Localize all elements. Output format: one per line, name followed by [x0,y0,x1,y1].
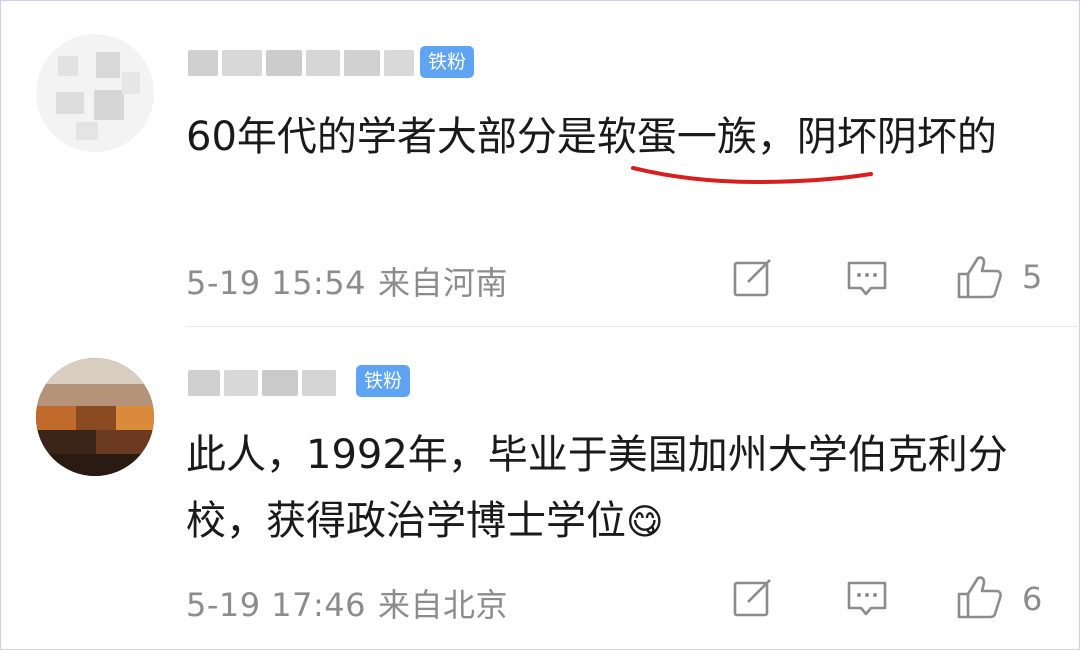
comment-text: 60年代的学者大部分是软蛋一族，阴坏阴坏的 [186,104,1046,170]
comment-icon[interactable] [846,260,888,300]
comment-location: 来自北京 [378,586,509,624]
emoji-yum: 😋 [626,502,664,543]
avatar[interactable] [36,358,154,476]
thumbs-up-icon[interactable] [956,254,1004,300]
comment-date: 5-19 15:54 [186,264,367,302]
username-blurred[interactable] [188,50,414,76]
like-count: 6 [1022,580,1043,618]
fan-badge: 铁粉 [420,46,475,78]
avatar[interactable] [36,34,154,152]
thumbs-up-icon[interactable] [956,574,1004,620]
comment-text-highlight: 软蛋一族 [596,114,757,160]
comment-item: 铁粉 60年代的学者大部分是软蛋一族，阴坏阴坏的 5-19 15:54 来自河南 … [0,0,1080,326]
comment-meta: 5-19 17:46 来自北京 [186,580,520,626]
comment-text: 此人，1992年，毕业于美国加州大学伯克利分校，获得政治学博士学位😋 [186,422,1016,556]
comment-meta: 5-19 15:54 来自河南 [186,258,520,304]
red-underline-annotation [631,166,873,184]
edit-icon[interactable] [732,258,774,298]
comment-text-suffix: ，阴坏阴坏的 [756,114,997,160]
comment-text-body: 此人，1992年，毕业于美国加州大学伯克利分校，获得政治学博士学位 [186,432,1008,544]
comment-location: 来自河南 [378,264,509,302]
comment-date: 5-19 17:46 [186,586,367,624]
username-blurred[interactable] [188,370,336,396]
edit-icon[interactable] [732,578,774,618]
comment-text-prefix: 60年代的学者大部分是 [186,114,597,160]
like-count: 5 [1022,258,1043,296]
fan-badge: 铁粉 [356,365,411,397]
comment-icon[interactable] [846,580,888,620]
